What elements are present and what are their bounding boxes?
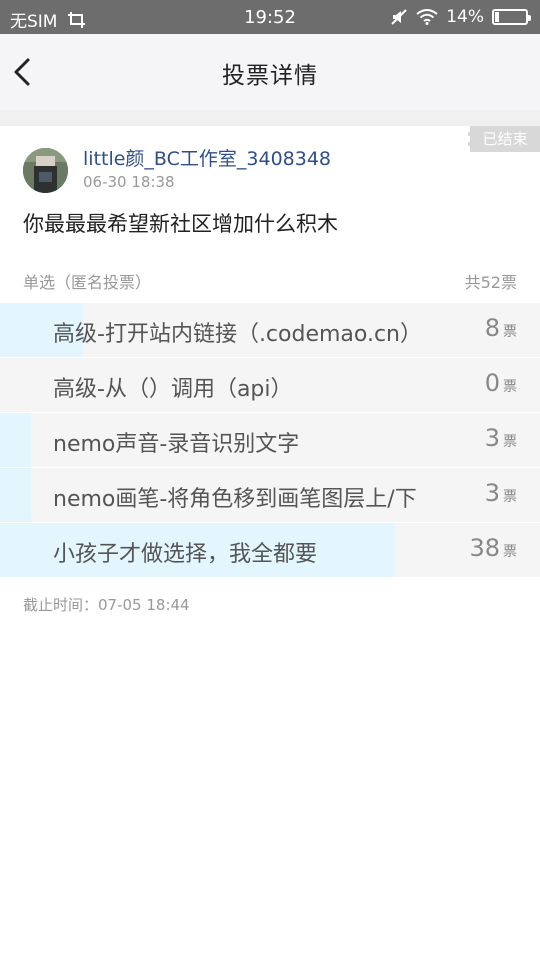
section-divider [0, 110, 540, 126]
option-count-number: 0 [484, 369, 500, 397]
vote-options: 高级-打开站内链接（.codemao.cn） 8票 高级-从（）调用（api） … [0, 303, 540, 578]
option-count-unit: 票 [503, 489, 517, 505]
deadline-label: 截止时间：07-05 18:44 [23, 596, 190, 614]
option-label: nemo声音-录音识别文字 [53, 432, 300, 457]
option-count-unit: 票 [503, 434, 517, 450]
mute-icon [391, 9, 407, 25]
option-label: 高级-从（）调用（api） [53, 377, 293, 402]
option-count-number: 3 [484, 424, 500, 452]
option-count-number: 38 [469, 534, 500, 562]
vote-type-label: 单选（匿名投票） [23, 273, 152, 292]
vote-total-label: 共52票 [464, 273, 517, 292]
vote-option[interactable]: nemo画笔-将角色移到画笔图层上/下 3票 [0, 468, 540, 523]
battery-icon [492, 9, 531, 25]
option-label: nemo画笔-将角色移到画笔图层上/下 [53, 487, 417, 512]
vote-meta: 单选（匿名投票） 共52票 [23, 269, 517, 293]
battery-percent: 14% [446, 7, 484, 27]
vote-bar [0, 468, 32, 522]
author-name[interactable]: little颜_BC工作室_3408348 [83, 144, 331, 171]
option-label: 小孩子才做选择，我全都要 [53, 542, 318, 567]
option-count-unit: 票 [503, 379, 517, 395]
ended-badge: 已结束 [468, 126, 540, 152]
vote-question: 你最最最希望新社区增加什么积木 [23, 212, 338, 236]
vote-option[interactable]: nemo声音-录音识别文字 3票 [0, 413, 540, 468]
option-label: 高级-打开站内链接（.codemao.cn） [53, 322, 423, 347]
option-count: 0票 [485, 369, 517, 397]
battery-level [495, 12, 499, 22]
avatar[interactable] [23, 148, 68, 193]
wifi-icon [416, 9, 438, 25]
post-time: 06-30 18:38 [83, 173, 175, 191]
vote-option[interactable]: 小孩子才做选择，我全都要 38 票 [0, 523, 540, 578]
page-title: 投票详情 [222, 63, 318, 89]
vote-bar [0, 413, 32, 467]
option-count: 38 票 [469, 534, 517, 562]
option-count-unit: 票 [503, 544, 517, 560]
option-count: 8票 [485, 314, 517, 342]
status-bar: 无SIM 19:52 14% [0, 0, 540, 34]
option-count-unit: 票 [503, 324, 517, 340]
vote-option[interactable]: 高级-从（）调用（api） 0票 [0, 358, 540, 413]
nav-bar: 投票详情 [0, 34, 540, 110]
vote-option[interactable]: 高级-打开站内链接（.codemao.cn） 8票 [0, 303, 540, 358]
option-count-number: 3 [484, 479, 500, 507]
option-count-number: 8 [484, 314, 500, 342]
option-count: 3票 [485, 424, 517, 452]
option-count: 3票 [485, 479, 517, 507]
